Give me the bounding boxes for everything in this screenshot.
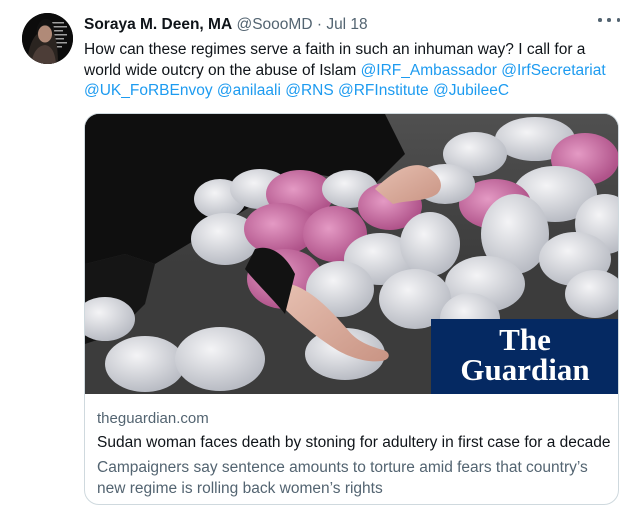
mention-irf-secretariat[interactable]: @IrfSecretariat <box>501 62 605 79</box>
tweet-header: Soraya M. Deen, MA @SoooMD · Jul 18 <box>84 15 608 35</box>
separator: · <box>316 16 322 33</box>
card-image[interactable]: The Guardian <box>85 114 618 394</box>
mention-anilaali[interactable]: @anilaali <box>217 82 281 99</box>
card-domain: theguardian.com <box>97 410 209 427</box>
more-icon[interactable] <box>598 14 620 26</box>
tweet-text: How can these regimes serve a faith in s… <box>84 40 614 102</box>
guardian-logo-line2: Guardian <box>460 352 589 387</box>
mention-rf-institute[interactable]: @RFInstitute <box>338 82 429 99</box>
mention-uk-forb-envoy[interactable]: @UK_FoRBEnvoy <box>84 82 213 99</box>
tweet-date[interactable]: Jul 18 <box>326 16 367 33</box>
author-name[interactable]: Soraya M. Deen, MA <box>84 16 232 33</box>
card-title: Sudan woman faces death by stoning for a… <box>97 434 611 451</box>
avatar[interactable] <box>22 13 73 64</box>
tweet[interactable]: Soraya M. Deen, MA @SoooMD · Jul 18 How … <box>0 0 624 509</box>
mention-jubileec[interactable]: @JubileeC <box>433 82 509 99</box>
author-handle[interactable]: @SoooMD <box>236 16 312 33</box>
card-description: Campaigners say sentence amounts to tort… <box>97 459 588 497</box>
mention-irf-ambassador[interactable]: @IRF_Ambassador <box>361 62 497 79</box>
card-body[interactable]: theguardian.com Sudan woman faces death … <box>85 395 618 504</box>
link-card[interactable]: The Guardian theguardian.com Sudan woman… <box>84 113 619 505</box>
mention-rns[interactable]: @RNS <box>285 82 333 99</box>
card-photo: The Guardian <box>85 114 618 394</box>
avatar-image <box>22 13 73 64</box>
